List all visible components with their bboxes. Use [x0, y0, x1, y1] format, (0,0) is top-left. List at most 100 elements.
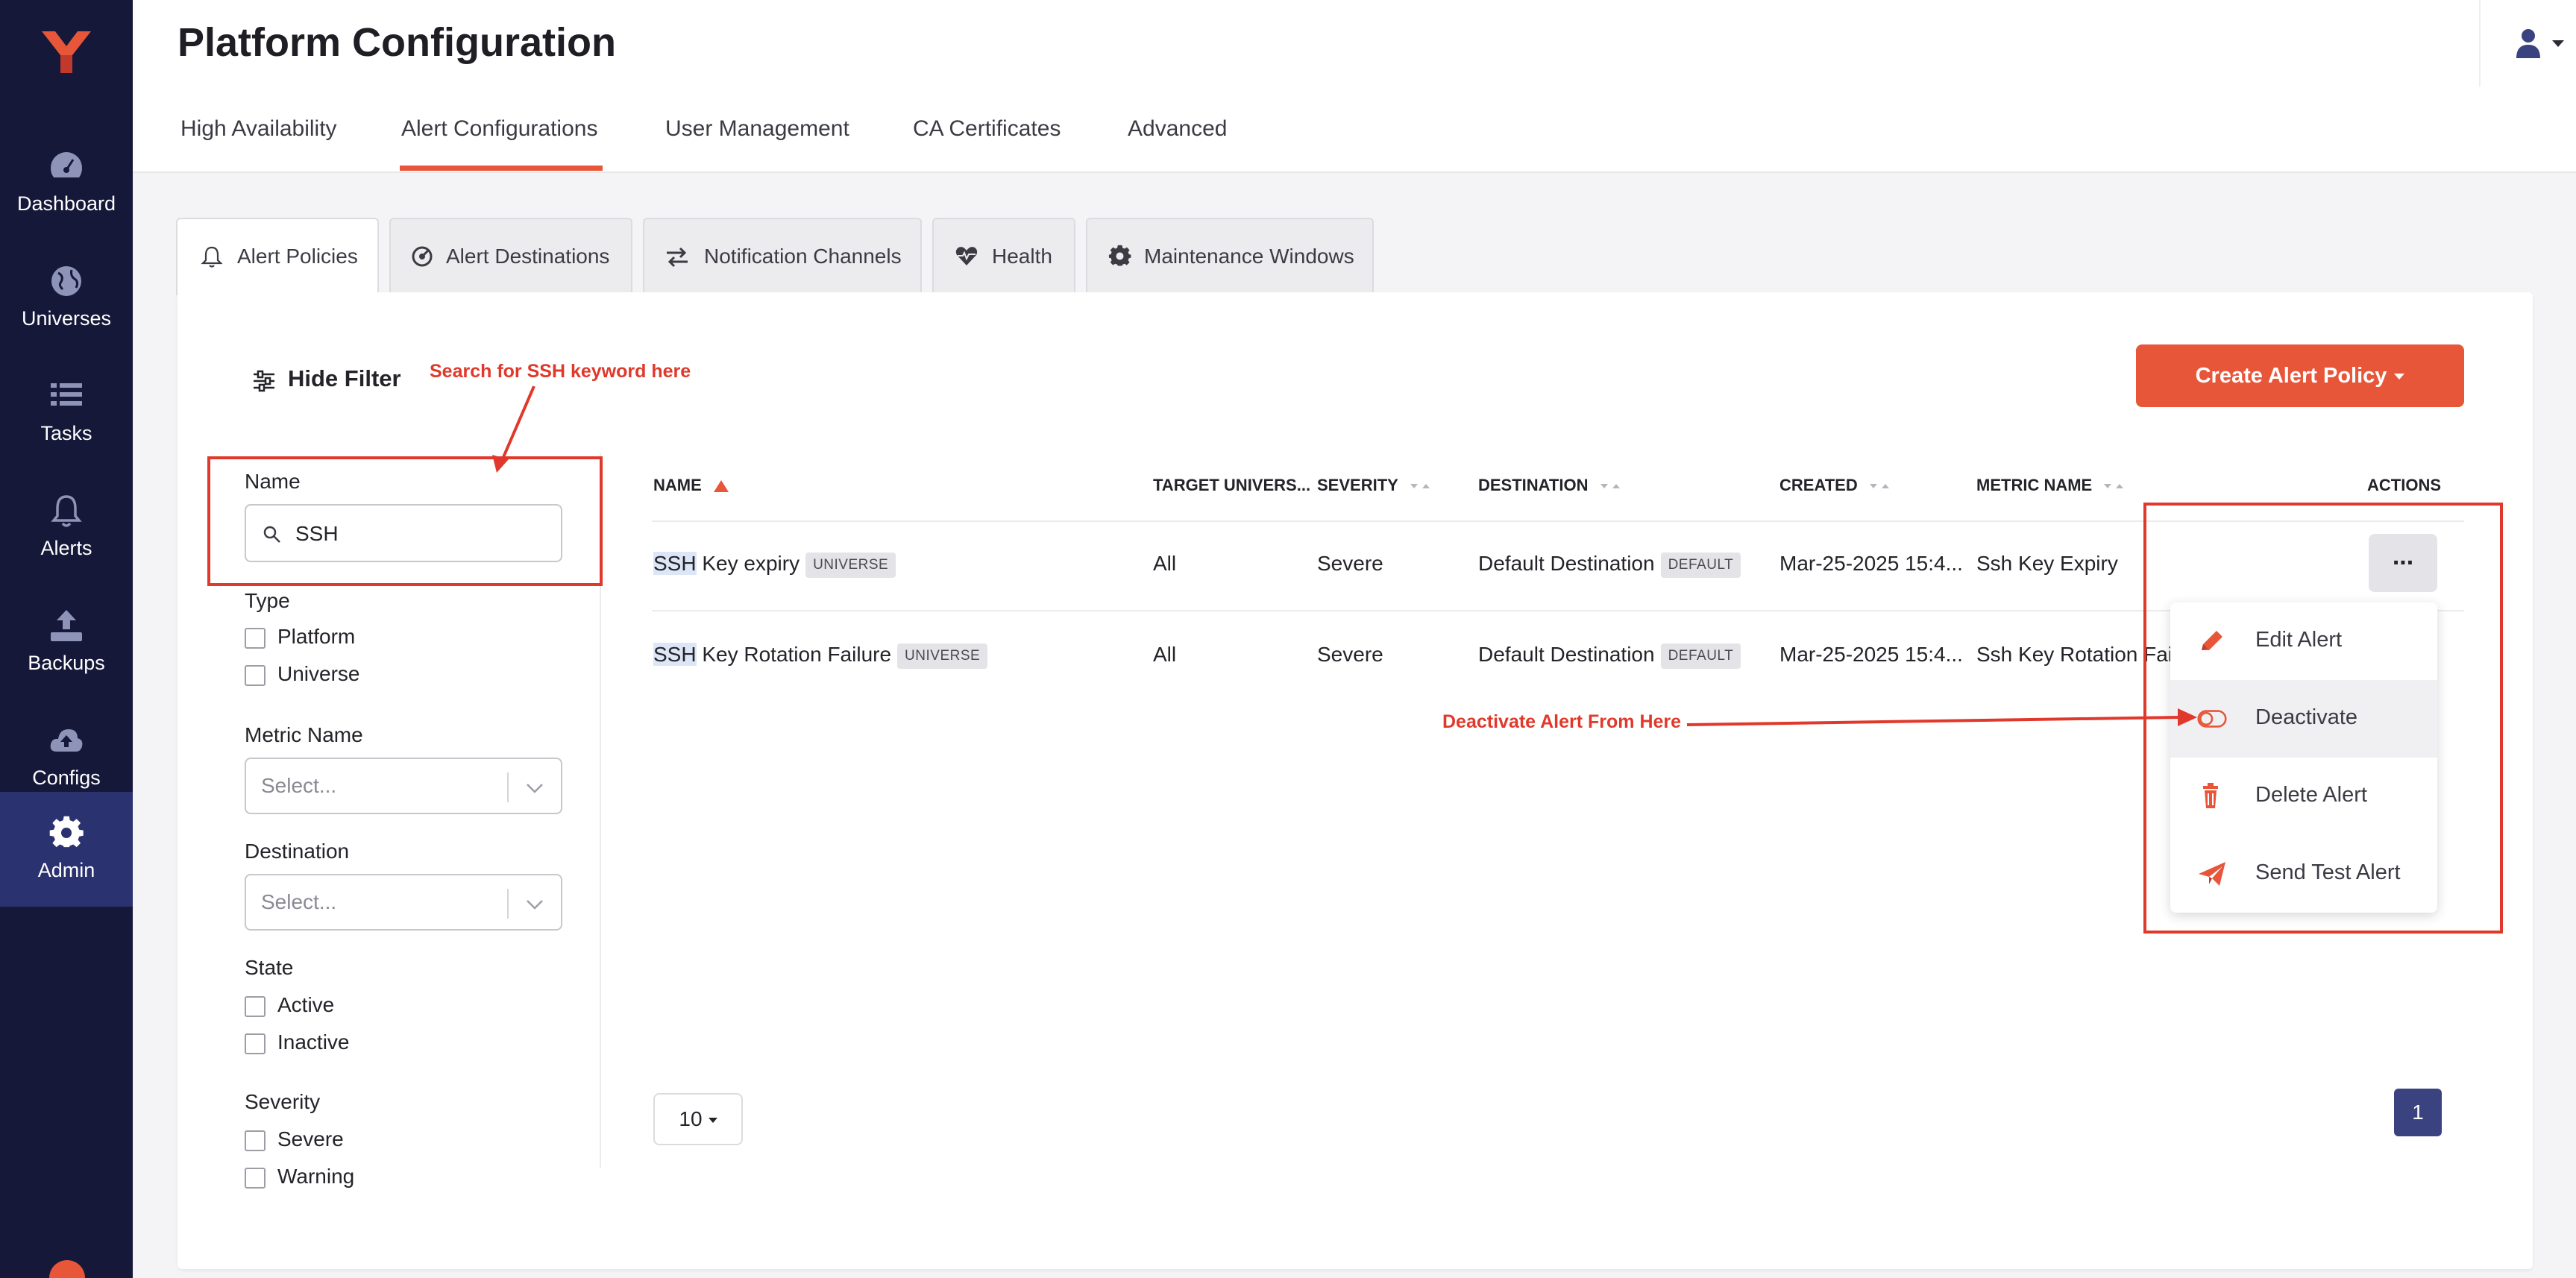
column-header-target-universe[interactable]: TARGET UNIVERS...: [1153, 476, 1310, 495]
column-header-label: NAME: [653, 476, 702, 494]
annotation-search-hint: Search for SSH keyword here: [430, 361, 691, 382]
tab-label: Alert Policies: [237, 245, 358, 268]
chevron-down-icon: [527, 784, 543, 793]
column-header-actions: ACTIONS: [2367, 476, 2441, 494]
chevron-down-icon: [708, 1118, 717, 1124]
checkbox[interactable]: [245, 1168, 266, 1189]
active-tab-indicator: [400, 166, 603, 171]
tab-notification-channels[interactable]: Notification Channels: [643, 218, 922, 292]
sidebar-item-label: Configs: [32, 767, 101, 789]
column-header-label: SEVERITY: [1317, 476, 1398, 494]
table-row-name[interactable]: SSH Key Rotation Failure UNIVERSE: [653, 643, 988, 669]
tab-advanced[interactable]: Advanced: [1128, 116, 1227, 142]
sidebar: Dashboard Universes Tasks Alerts Backups: [0, 0, 133, 1278]
cloud-upload-icon: [50, 729, 83, 752]
sidebar-item-universes[interactable]: Universes: [0, 240, 133, 355]
table-row-name[interactable]: SSH Key expiry UNIVERSE: [653, 552, 896, 578]
destination-name: Default Destination: [1478, 552, 1655, 575]
column-header-metric-name[interactable]: METRIC NAME: [1976, 476, 2125, 495]
chevron-down-icon: [2394, 374, 2405, 380]
type-filter-label: Type: [245, 589, 290, 612]
user-menu[interactable]: [2479, 0, 2576, 86]
exchange-icon: [667, 247, 688, 268]
target-icon: [412, 246, 433, 267]
destination-select[interactable]: Select...: [245, 874, 562, 931]
column-header-label: CREATED: [1779, 476, 1858, 494]
tab-label: Alert Destinations: [446, 245, 610, 268]
table-cell-severity: Severe: [1317, 643, 1383, 666]
tab-health[interactable]: Health: [932, 218, 1075, 292]
tab-alert-configurations[interactable]: Alert Configurations: [401, 116, 597, 142]
tab-alert-policies[interactable]: Alert Policies: [176, 218, 379, 295]
user-icon: [2516, 29, 2540, 58]
annotation-actions-box: [2143, 503, 2503, 934]
page-title: Platform Configuration: [178, 20, 616, 65]
page-header: Platform Configuration High Availability…: [133, 0, 2576, 173]
checkbox[interactable]: [245, 1033, 266, 1054]
metric-name-select[interactable]: Select...: [245, 758, 562, 814]
bell-outline-icon: [201, 246, 223, 268]
checkbox[interactable]: [245, 996, 266, 1017]
table-cell-destination: Default Destination DEFAULT: [1478, 643, 1741, 669]
sidebar-item-label: Admin: [37, 859, 95, 881]
tab-maintenance-windows[interactable]: Maintenance Windows: [1086, 218, 1374, 292]
column-header-destination[interactable]: DESTINATION: [1478, 476, 1621, 495]
sidebar-item-admin[interactable]: Admin: [0, 792, 133, 907]
gear-icon: [1108, 245, 1131, 266]
tasks-list-icon: [51, 383, 82, 406]
sort-icon: [1869, 484, 1889, 489]
tab-ca-certificates[interactable]: CA Certificates: [913, 116, 1061, 142]
table-cell-metric: Ssh Key Expiry: [1976, 552, 2118, 575]
sort-asc-icon: [713, 480, 729, 493]
upload-icon: [51, 610, 82, 641]
select-placeholder: Select...: [261, 890, 337, 913]
default-tag: DEFAULT: [1660, 552, 1741, 578]
column-header-created[interactable]: CREATED: [1779, 476, 1891, 495]
column-header-label: DESTINATION: [1478, 476, 1589, 494]
sidebar-item-alerts[interactable]: Alerts: [0, 470, 133, 585]
search-highlight: SSH: [653, 643, 697, 666]
severity-filter-label: Severity: [245, 1090, 321, 1113]
yugabyte-logo[interactable]: [39, 28, 94, 76]
sidebar-item-tasks[interactable]: Tasks: [0, 355, 133, 470]
destination-filter-label: Destination: [245, 840, 350, 863]
default-tag: DEFAULT: [1660, 643, 1741, 669]
alert-name-rest: Key expiry: [696, 552, 800, 575]
column-header-name[interactable]: NAME: [653, 476, 730, 495]
chevron-down-icon: [527, 900, 543, 910]
chevron-down-icon: [2552, 40, 2564, 47]
column-header-severity[interactable]: SEVERITY: [1317, 476, 1431, 495]
checkbox-label: Warning: [277, 1165, 355, 1188]
checkbox[interactable]: [245, 1130, 266, 1151]
annotation-deactivate-hint: Deactivate Alert From Here: [1442, 711, 1682, 732]
checkbox[interactable]: [245, 628, 266, 649]
sidebar-item-dashboard[interactable]: Dashboard: [0, 125, 133, 240]
create-alert-policy-label: Create Alert Policy: [2195, 364, 2387, 388]
table-cell-created: Mar-25-2025 15:4...: [1779, 643, 1963, 666]
checkbox-label: Active: [277, 993, 335, 1016]
tab-label: Maintenance Windows: [1144, 245, 1354, 268]
sidebar-item-label: Universes: [21, 307, 112, 330]
sidebar-item-label: Dashboard: [16, 192, 116, 215]
sidebar-item-label: Alerts: [40, 537, 92, 559]
metric-filter-label: Metric Name: [245, 723, 363, 746]
select-separator: [507, 772, 509, 802]
tab-high-availability[interactable]: High Availability: [180, 116, 337, 142]
select-separator: [507, 889, 509, 919]
checkbox-label: Inactive: [277, 1030, 350, 1054]
sidebar-item-backups[interactable]: Backups: [0, 585, 133, 699]
page-size-dropdown[interactable]: 10: [653, 1093, 743, 1145]
sort-icon: [2104, 484, 2124, 489]
checkbox[interactable]: [245, 665, 266, 686]
table-cell-metric: Ssh Key Rotation Fail: [1976, 643, 2172, 666]
tab-alert-destinations[interactable]: Alert Destinations: [389, 218, 632, 292]
help-button[interactable]: [49, 1260, 85, 1278]
annotation-search-box: [207, 456, 603, 586]
checkbox-label: Platform: [277, 625, 356, 648]
tab-label: Notification Channels: [704, 245, 902, 268]
table-cell-target: All: [1153, 552, 1177, 575]
page-button-1[interactable]: 1: [2394, 1089, 2442, 1136]
tab-user-management[interactable]: User Management: [665, 116, 849, 142]
create-alert-policy-button[interactable]: Create Alert Policy: [2136, 344, 2464, 407]
table-cell-target: All: [1153, 643, 1177, 666]
